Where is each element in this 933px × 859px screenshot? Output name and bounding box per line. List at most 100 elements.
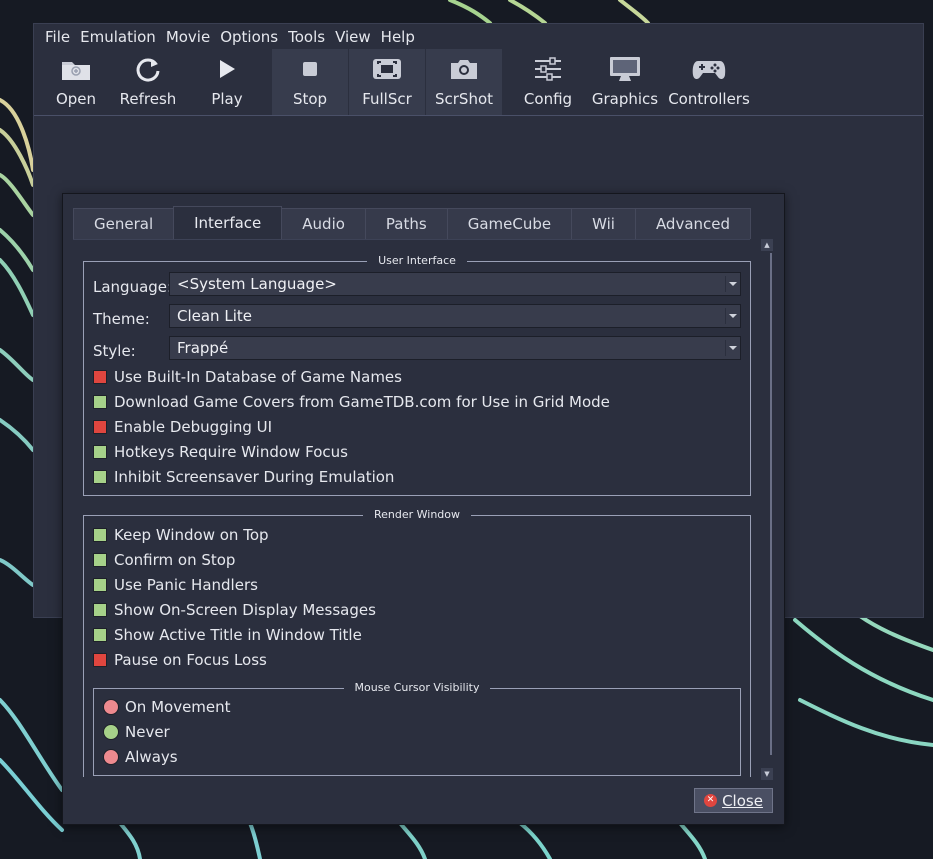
- checkbox-label: Pause on Focus Loss: [114, 651, 267, 669]
- theme-select[interactable]: Clean Lite: [169, 304, 741, 328]
- checkbox-label: Use Built-In Database of Game Names: [114, 368, 402, 386]
- checkbox-confirm-stop[interactable]: Confirm on Stop: [93, 551, 235, 569]
- checkbox-box[interactable]: [93, 370, 107, 384]
- config-button[interactable]: Config: [502, 49, 594, 115]
- checkbox-debugging-ui[interactable]: Enable Debugging UI: [93, 418, 272, 436]
- chevron-down-icon: [729, 282, 737, 286]
- checkbox-box[interactable]: [93, 445, 107, 459]
- checkbox-box[interactable]: [93, 528, 107, 542]
- checkbox-builtin-database[interactable]: Use Built-In Database of Game Names: [93, 368, 402, 386]
- checkbox-box[interactable]: [93, 578, 107, 592]
- tab-bar: General Interface Audio Paths GameCube W…: [73, 206, 752, 240]
- sliders-icon: [533, 54, 563, 84]
- vertical-scrollbar[interactable]: ▲ ▼: [760, 239, 774, 783]
- scroll-down-icon[interactable]: ▼: [761, 768, 773, 780]
- language-row: Language:: [93, 275, 173, 299]
- radio-button[interactable]: [103, 749, 119, 765]
- refresh-button[interactable]: Refresh: [114, 49, 182, 115]
- stop-button[interactable]: Stop: [272, 49, 348, 115]
- graphics-button[interactable]: Graphics: [591, 49, 659, 115]
- play-icon: [217, 54, 237, 84]
- checkbox-box[interactable]: [93, 553, 107, 567]
- checkbox-label: Use Panic Handlers: [114, 576, 258, 594]
- checkbox-label: Hotkeys Require Window Focus: [114, 443, 348, 461]
- refresh-icon: [134, 54, 162, 84]
- tab-interface[interactable]: Interface: [173, 206, 283, 239]
- language-value: <System Language>: [177, 275, 337, 293]
- checkbox-label: Enable Debugging UI: [114, 418, 273, 436]
- checkbox-box[interactable]: [93, 653, 107, 667]
- menu-emulation[interactable]: Emulation: [75, 28, 161, 46]
- checkbox-box[interactable]: [93, 628, 107, 642]
- controllers-button[interactable]: Controllers: [656, 49, 762, 115]
- close-label: Close: [722, 791, 763, 810]
- graphics-label: Graphics: [591, 90, 659, 108]
- user-interface-title: User Interface: [367, 254, 467, 267]
- language-label: Language:: [93, 278, 173, 296]
- radio-label: Always: [125, 748, 178, 766]
- radio-on-movement[interactable]: On Movement: [103, 698, 231, 716]
- checkbox-label: Inhibit Screensaver During Emulation: [114, 468, 395, 486]
- close-icon: ✕: [704, 794, 718, 807]
- menu-help[interactable]: Help: [376, 28, 420, 46]
- chevron-down-icon: [729, 314, 737, 318]
- close-button[interactable]: ✕ Close: [694, 788, 773, 813]
- style-row: Style:: [93, 339, 169, 363]
- fullscreen-icon: [372, 54, 402, 84]
- open-button[interactable]: Open: [38, 49, 114, 115]
- tab-advanced[interactable]: Advanced: [634, 208, 752, 239]
- checkbox-box[interactable]: [93, 603, 107, 617]
- theme-row: Theme:: [93, 307, 169, 331]
- config-label: Config: [523, 90, 573, 108]
- radio-button[interactable]: [103, 724, 119, 740]
- scrshot-label: ScrShot: [434, 90, 494, 108]
- tab-wii[interactable]: Wii: [571, 208, 636, 239]
- checkbox-box[interactable]: [93, 470, 107, 484]
- theme-value: Clean Lite: [177, 307, 252, 325]
- scrollbar-track[interactable]: [761, 253, 772, 755]
- radio-never[interactable]: Never: [103, 723, 170, 741]
- screenshot-button[interactable]: ScrShot: [426, 49, 502, 115]
- controllers-label: Controllers: [668, 90, 750, 108]
- menu-movie[interactable]: Movie: [161, 28, 215, 46]
- scroll-up-icon[interactable]: ▲: [761, 239, 773, 251]
- monitor-icon: [609, 54, 641, 84]
- theme-label: Theme:: [93, 310, 150, 328]
- style-select[interactable]: Frappé: [169, 336, 741, 360]
- stop-icon: [300, 54, 320, 84]
- checkbox-inhibit-screensaver[interactable]: Inhibit Screensaver During Emulation: [93, 468, 394, 486]
- play-button[interactable]: Play: [182, 49, 272, 115]
- radio-button[interactable]: [103, 699, 119, 715]
- fullscreen-button[interactable]: FullScr: [349, 49, 425, 115]
- checkbox-keep-on-top[interactable]: Keep Window on Top: [93, 526, 269, 544]
- tab-paths[interactable]: Paths: [364, 208, 448, 239]
- menu-file[interactable]: File: [40, 28, 75, 46]
- menu-options[interactable]: Options: [215, 28, 283, 46]
- radio-label: On Movement: [125, 698, 231, 716]
- user-interface-group: User Interface Language: <System Languag…: [83, 254, 751, 496]
- fullscr-label: FullScr: [362, 90, 412, 108]
- tab-audio[interactable]: Audio: [281, 208, 366, 239]
- language-select[interactable]: <System Language>: [169, 272, 741, 296]
- checkbox-box[interactable]: [93, 420, 107, 434]
- cursor-visibility-title: Mouse Cursor Visibility: [343, 681, 491, 694]
- checkbox-active-title[interactable]: Show Active Title in Window Title: [93, 626, 362, 644]
- render-window-title: Render Window: [362, 508, 472, 521]
- checkbox-panic-handlers[interactable]: Use Panic Handlers: [93, 576, 258, 594]
- checkbox-download-covers[interactable]: Download Game Covers from GameTDB.com fo…: [93, 393, 610, 411]
- menu-tools[interactable]: Tools: [283, 28, 330, 46]
- style-label: Style:: [93, 342, 136, 360]
- checkbox-osd-messages[interactable]: Show On-Screen Display Messages: [93, 601, 376, 619]
- tab-general[interactable]: General: [73, 208, 175, 239]
- gamepad-icon: [692, 54, 726, 84]
- radio-label: Never: [125, 723, 170, 741]
- tab-gamecube[interactable]: GameCube: [446, 208, 573, 239]
- checkbox-pause-focus-loss[interactable]: Pause on Focus Loss: [93, 651, 267, 669]
- checkbox-box[interactable]: [93, 395, 107, 409]
- cursor-visibility-group: Mouse Cursor Visibility On Movement Neve…: [93, 681, 741, 776]
- radio-always[interactable]: Always: [103, 748, 178, 766]
- play-label: Play: [211, 90, 243, 108]
- render-window-group: Render Window Keep Window on Top Confirm…: [83, 508, 751, 777]
- menu-view[interactable]: View: [330, 28, 376, 46]
- checkbox-hotkeys-focus[interactable]: Hotkeys Require Window Focus: [93, 443, 348, 461]
